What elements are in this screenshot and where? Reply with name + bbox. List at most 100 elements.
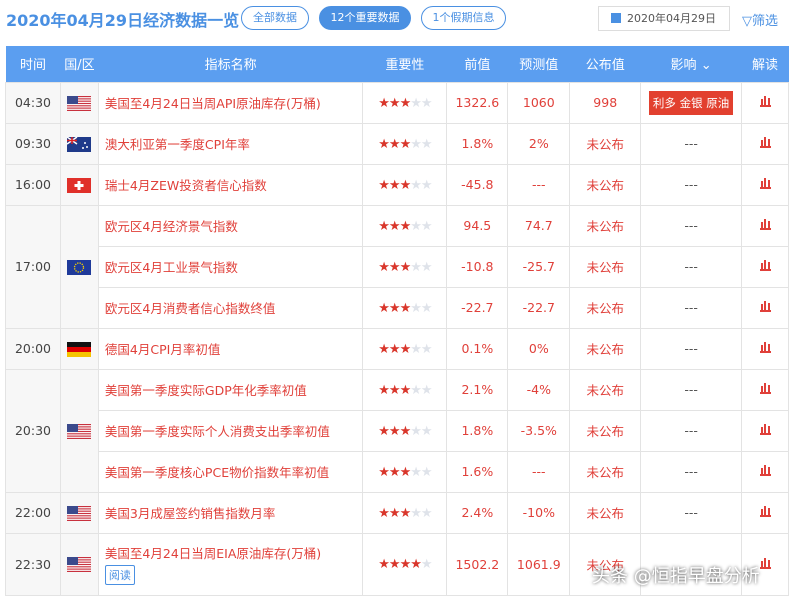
indicator-name[interactable]: 欧元区4月工业景气指数 — [105, 260, 238, 275]
analysis-cell[interactable] — [741, 491, 789, 534]
star-icon: ★ — [388, 136, 401, 152]
indicator-cell: 澳大利亚第一季度CPI年率 — [97, 122, 364, 165]
actual-value: 未公布 — [569, 368, 642, 411]
analysis-cell[interactable] — [741, 81, 789, 124]
indicator-name[interactable]: 美国3月成屋签约销售指数月率 — [105, 506, 275, 521]
importance-stars: ★★★★★ — [362, 532, 448, 596]
bar-chart-icon[interactable] — [759, 557, 771, 569]
star-icon: ★ — [378, 382, 390, 398]
star-icon: ★ — [410, 341, 422, 357]
importance-stars: ★★★★★ — [362, 368, 448, 411]
star-icon: ★ — [378, 218, 390, 234]
actual-value: 未公布 — [569, 245, 642, 288]
indicator-name[interactable]: 美国第一季度实际个人消费支出季率初值 — [105, 424, 330, 439]
indicator-name[interactable]: 美国至4月24日当周EIA原油库存(万桶) — [105, 546, 321, 561]
tab-holiday-info[interactable]: 1个假期信息 — [421, 6, 506, 30]
previous-value: -22.7 — [446, 286, 509, 329]
indicator-cell: 欧元区4月消费者信心指数终值 — [97, 286, 364, 329]
bar-chart-icon[interactable] — [759, 96, 771, 107]
importance-stars: ★★★★★ — [362, 163, 448, 206]
filter-button[interactable]: ▽筛选 — [742, 10, 778, 29]
impact-cell: --- — [640, 204, 742, 247]
country-flag-au — [59, 122, 99, 165]
page-title: 2020年04月29日经济数据一览 — [6, 11, 240, 30]
time-cell: 16:00 — [5, 163, 61, 206]
indicator-name[interactable]: 欧元区4月经济景气指数 — [105, 219, 238, 234]
column-header: 指标名称 — [98, 46, 363, 82]
column-header: 公布值 — [569, 46, 641, 82]
indicator-cell: 美国第一季度实际个人消费支出季率初值 — [97, 409, 364, 452]
star-icon: ★ — [399, 136, 412, 152]
column-header: 预测值 — [507, 46, 570, 82]
star-icon: ★ — [410, 557, 422, 572]
indicator-cell: 欧元区4月经济景气指数 — [97, 204, 364, 247]
bar-chart-icon[interactable] — [759, 301, 771, 312]
analysis-cell[interactable] — [741, 450, 789, 493]
actual-value: 未公布 — [569, 491, 642, 534]
table-row: 09:30 澳大利亚第一季度CPI年率 ★★★★★ 1.8% 2% 未公布 --- — [5, 122, 789, 165]
column-header: 解读 — [741, 46, 789, 82]
bar-chart-icon[interactable] — [759, 383, 771, 394]
star-icon: ★ — [399, 382, 412, 398]
bar-chart-icon[interactable] — [759, 506, 771, 517]
analysis-cell[interactable] — [741, 409, 789, 452]
tab-all-data[interactable]: 全部数据 — [241, 6, 309, 30]
indicator-name[interactable]: 德国4月CPI月率初值 — [105, 342, 220, 357]
table-row: 20:00 德国4月CPI月率初值 ★★★★★ 0.1% 0% 未公布 --- — [5, 327, 789, 370]
filter-icon: ▽ — [742, 14, 752, 29]
star-icon: ★ — [420, 95, 433, 111]
time-cell: 22:00 — [5, 491, 61, 534]
analysis-cell[interactable] — [741, 163, 789, 206]
top-bar: 2020年04月29日经济数据一览 全部数据 12个重要数据 1个假期信息 20… — [0, 0, 794, 40]
forecast-value: -3.5% — [507, 409, 571, 452]
star-icon: ★ — [378, 341, 390, 357]
column-header[interactable]: 影响 ⌄ — [640, 46, 742, 82]
indicator-cell: 欧元区4月工业景气指数 — [97, 245, 364, 288]
read-button[interactable]: 阅读 — [104, 565, 135, 585]
actual-value: 未公布 — [569, 204, 642, 247]
analysis-cell[interactable] — [741, 327, 789, 370]
bar-chart-icon[interactable] — [759, 465, 771, 476]
impact-cell: --- — [640, 327, 742, 370]
bar-chart-icon[interactable] — [759, 137, 771, 148]
indicator-name[interactable]: 欧元区4月消费者信心指数终值 — [105, 301, 275, 316]
previous-value: 94.5 — [446, 204, 509, 247]
indicator-name[interactable]: 美国至4月24日当周API原油库存(万桶) — [105, 96, 321, 111]
table-row: 欧元区4月工业景气指数 ★★★★★ -10.8 -25.7 未公布 --- — [6, 245, 789, 288]
indicator-cell: 德国4月CPI月率初值 — [97, 327, 364, 370]
country-flag-us — [59, 532, 99, 596]
country-flag-us — [59, 81, 99, 124]
bar-chart-icon[interactable] — [759, 424, 771, 435]
star-icon: ★ — [420, 177, 433, 193]
actual-value: 未公布 — [569, 163, 642, 206]
previous-value: 1.8% — [446, 122, 509, 165]
bar-chart-icon[interactable] — [759, 219, 771, 230]
analysis-cell[interactable] — [741, 122, 789, 165]
bar-chart-icon[interactable] — [759, 260, 771, 271]
indicator-name[interactable]: 瑞士4月ZEW投资者信心指数 — [105, 178, 267, 193]
calendar-icon — [611, 13, 621, 23]
column-header: 国/区 — [60, 46, 99, 82]
importance-stars: ★★★★★ — [362, 245, 448, 288]
forecast-value: 74.7 — [507, 204, 571, 247]
tab-important-data[interactable]: 12个重要数据 — [319, 6, 411, 30]
star-icon: ★ — [420, 464, 433, 480]
bar-chart-icon[interactable] — [759, 178, 771, 189]
date-picker[interactable]: 2020年04月29日 — [598, 6, 730, 31]
impact-cell: 利多 金银 原油 — [640, 81, 742, 124]
star-icon: ★ — [378, 505, 390, 521]
analysis-cell[interactable] — [741, 286, 789, 329]
star-icon: ★ — [420, 557, 433, 572]
indicator-name[interactable]: 澳大利亚第一季度CPI年率 — [105, 137, 250, 152]
indicator-cell: 瑞士4月ZEW投资者信心指数 — [97, 163, 364, 206]
table-row: 17:00 欧元区4月经济景气指数 ★★★★★ 94.5 74.7 未公布 --- — [5, 204, 789, 329]
table-row: 20:30 美国第一季度实际GDP年化季率初值 ★★★★★ 2.1% -4% 未公布 --- — [5, 368, 789, 493]
bar-chart-icon[interactable] — [759, 342, 771, 353]
analysis-cell[interactable] — [741, 245, 789, 288]
analysis-cell[interactable] — [741, 368, 789, 411]
previous-value: 1.8% — [446, 409, 509, 452]
flag-eu-icon — [67, 259, 92, 275]
analysis-cell[interactable] — [741, 204, 789, 247]
indicator-name[interactable]: 美国第一季度实际GDP年化季率初值 — [105, 383, 307, 398]
indicator-name[interactable]: 美国第一季度核心PCE物价指数年率初值 — [105, 465, 329, 480]
